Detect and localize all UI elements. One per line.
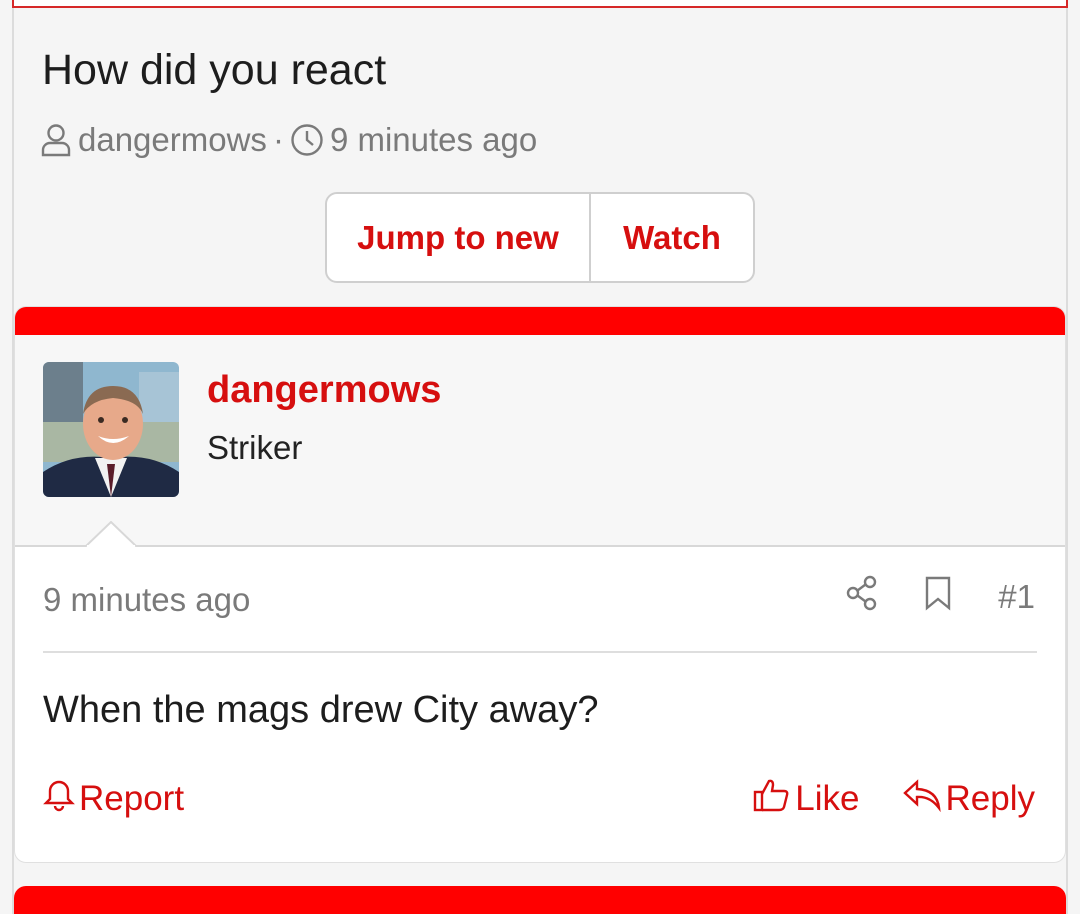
thread-author-link[interactable]: dangermows: [78, 121, 267, 159]
previous-block: [12, 0, 1068, 8]
meta-separator: ·: [272, 121, 284, 158]
bookmark-icon[interactable]: [924, 575, 952, 619]
thread-meta: dangermows · 9 minutes ago: [40, 120, 537, 160]
share-icon[interactable]: [846, 575, 878, 619]
post-body: When the mags drew City away?: [43, 689, 599, 731]
post-actions-top: #1: [846, 575, 1035, 619]
post-card: dangermows Striker 9 minutes ago #1 When…: [14, 306, 1066, 863]
reply-label: Reply: [945, 779, 1035, 818]
post-header-bar: [15, 307, 1065, 335]
avatar[interactable]: [43, 362, 179, 497]
thread-title: How did you react: [42, 46, 387, 94]
next-post-header-bar: [14, 886, 1066, 914]
report-label: Report: [79, 779, 185, 818]
post-number-link[interactable]: #1: [998, 578, 1035, 616]
post-user-title: Striker: [207, 429, 303, 466]
post-divider: [43, 651, 1037, 653]
post-footer: Report Like Reply: [43, 777, 1035, 821]
clock-icon: [290, 123, 324, 157]
post-time[interactable]: 9 minutes ago: [43, 581, 250, 619]
reply-button[interactable]: Reply: [902, 778, 1035, 821]
bell-icon: [43, 778, 75, 821]
like-label: Like: [795, 779, 860, 818]
jump-to-new-button[interactable]: Jump to new: [327, 194, 591, 281]
post-user-block: dangermows Striker: [15, 335, 1065, 547]
thread-time[interactable]: 9 minutes ago: [330, 121, 537, 159]
message-arrow: [85, 521, 137, 547]
reply-icon: [902, 778, 942, 821]
user-icon: [40, 123, 72, 157]
like-button[interactable]: Like: [753, 777, 860, 822]
report-button[interactable]: Report: [43, 778, 184, 821]
watch-button[interactable]: Watch: [591, 194, 753, 281]
thread-button-group: Jump to new Watch: [325, 192, 755, 283]
post-username[interactable]: dangermows: [207, 369, 441, 412]
thumbs-up-icon: [753, 777, 791, 822]
